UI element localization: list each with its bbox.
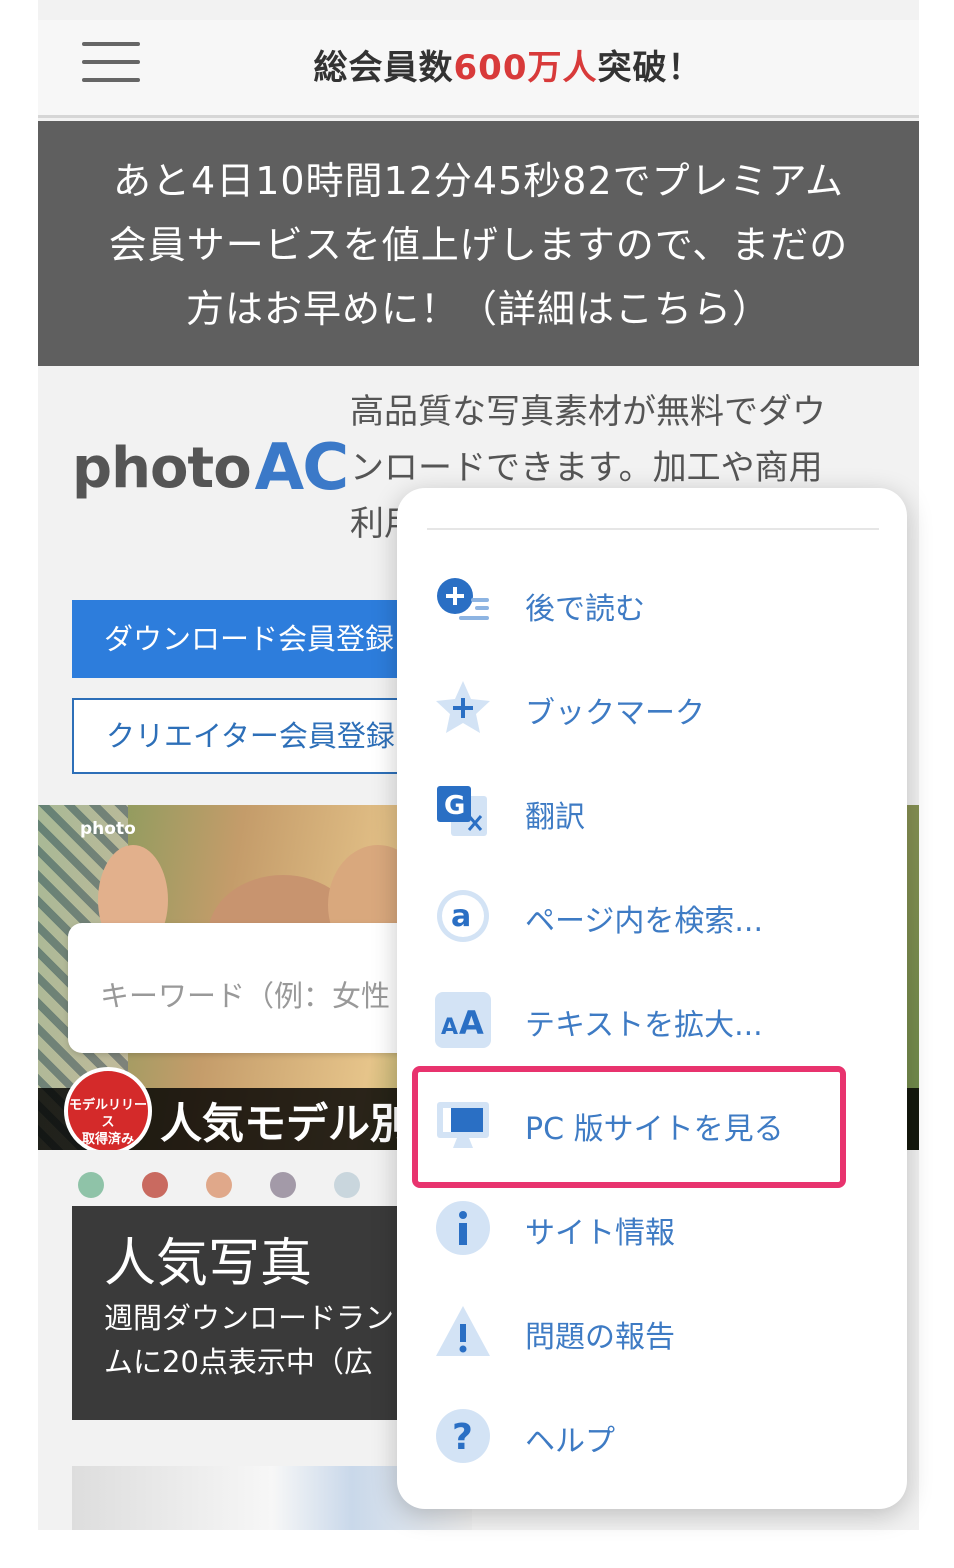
info-icon bbox=[433, 1198, 493, 1258]
menu-label: PC 版サイトを見る bbox=[525, 1112, 784, 1147]
menu-label: 問題の報告 bbox=[525, 1320, 675, 1355]
menu-item-help[interactable]: ? ヘルプ bbox=[397, 1386, 907, 1490]
menu-item-site-info[interactable]: サイト情報 bbox=[397, 1178, 907, 1282]
help-icon: ? bbox=[433, 1406, 493, 1466]
menu-item-read-later[interactable]: 後で読む bbox=[397, 554, 907, 658]
text-size-icon: AA bbox=[433, 990, 493, 1050]
find-in-page-icon: a bbox=[433, 886, 493, 946]
menu-item-text-size[interactable]: AA テキストを拡大... bbox=[397, 970, 907, 1074]
hamburger-menu-icon[interactable] bbox=[82, 42, 140, 84]
carousel-dot[interactable] bbox=[142, 1172, 168, 1198]
title-highlight: 600万人 bbox=[453, 48, 598, 88]
desktop-site-icon bbox=[433, 1094, 493, 1154]
banner-line: 方はお早めに！（詳細はこちら） bbox=[185, 287, 771, 331]
search-placeholder: キーワード（例：女性 bbox=[100, 979, 391, 1013]
logo-text: photo bbox=[72, 435, 252, 501]
banner-line: あと4日10時間12分45秒82でプレミアム bbox=[113, 159, 844, 203]
context-menu: 後で読む ブックマーク G 翻訳 a ページ内を検索... AA テキストを拡大… bbox=[397, 488, 907, 1509]
hero-logo: photo bbox=[80, 819, 136, 839]
title-text: 総会員数 bbox=[313, 48, 454, 88]
creator-register-button[interactable]: クリエイター会員登録 bbox=[72, 698, 452, 774]
warning-icon bbox=[433, 1302, 493, 1362]
menu-divider bbox=[427, 528, 879, 530]
member-count-title: 総会員数600万人突破！ bbox=[198, 40, 818, 89]
badge-line: モデルリリース bbox=[68, 1098, 147, 1130]
badge-line: 取得済み bbox=[81, 1132, 134, 1147]
logo-accent: AC bbox=[254, 431, 349, 505]
menu-label: ブックマーク bbox=[525, 696, 705, 731]
site-header: 総会員数600万人突破！ bbox=[38, 20, 919, 118]
menu-label: ページ内を検索... bbox=[525, 904, 764, 939]
intro-line: 高品質な写真素材が無料でダウ bbox=[350, 392, 826, 432]
carousel-dot[interactable] bbox=[270, 1172, 296, 1198]
svg-text:A: A bbox=[459, 1004, 484, 1042]
model-release-badge: モデルリリース 取得済み bbox=[64, 1067, 152, 1150]
carousel-dot[interactable] bbox=[206, 1172, 232, 1198]
menu-item-find-in-page[interactable]: a ページ内を検索... bbox=[397, 866, 907, 970]
svg-text:a: a bbox=[451, 899, 471, 934]
read-later-icon bbox=[433, 574, 493, 634]
photoac-logo[interactable]: photo AC bbox=[72, 428, 349, 508]
svg-text:A: A bbox=[441, 1015, 458, 1040]
menu-label: サイト情報 bbox=[525, 1216, 675, 1251]
menu-label: 翻訳 bbox=[525, 800, 585, 835]
download-register-button[interactable]: ダウンロード会員登録 bbox=[72, 600, 452, 678]
bookmark-star-icon bbox=[433, 678, 493, 738]
svg-text:?: ? bbox=[452, 1417, 473, 1458]
countdown-banner[interactable]: あと4日10時間12分45秒82でプレミアム 会員サービスを値上げしますので、ま… bbox=[38, 121, 919, 366]
menu-label: ヘルプ bbox=[525, 1424, 615, 1459]
carousel-dot[interactable] bbox=[78, 1172, 104, 1198]
svg-text:G: G bbox=[444, 791, 465, 821]
menu-item-desktop-site[interactable]: PC 版サイトを見る bbox=[397, 1074, 907, 1178]
translate-icon: G bbox=[433, 782, 493, 842]
menu-label: テキストを拡大... bbox=[525, 1008, 763, 1043]
menu-item-translate[interactable]: G 翻訳 bbox=[397, 762, 907, 866]
menu-item-report-issue[interactable]: 問題の報告 bbox=[397, 1282, 907, 1386]
hero-caption: 人気モデル別 bbox=[160, 1099, 413, 1148]
menu-item-bookmark[interactable]: ブックマーク bbox=[397, 658, 907, 762]
carousel-dots[interactable] bbox=[78, 1172, 360, 1198]
banner-line: 会員サービスを値上げしますので、まだの bbox=[108, 223, 849, 267]
carousel-dot[interactable] bbox=[334, 1172, 360, 1198]
popular-photos-card[interactable]: 人気写真 週間ダウンロードラン ムに20点表示中（広 bbox=[72, 1206, 452, 1420]
title-text-end: 突破！ bbox=[597, 48, 703, 88]
menu-label: 後で読む bbox=[525, 592, 645, 627]
